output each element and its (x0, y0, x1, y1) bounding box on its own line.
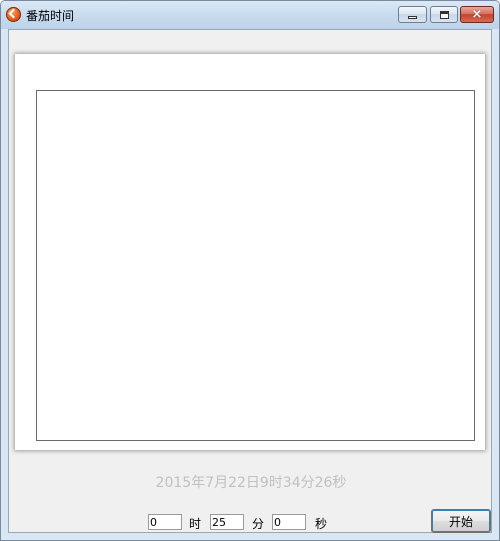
close-icon: × (471, 7, 483, 22)
current-datetime: 2015年7月22日9时34分26秒 (155, 475, 347, 491)
client-area: 2015年7月22日9时34分26秒 时 分 秒 开始 (8, 29, 492, 533)
app-window: 番茄时间 × 2015年7月22日9时34分26秒 时 分 秒 开始 (0, 0, 500, 541)
minutes-input[interactable] (210, 514, 244, 530)
drawing-canvas (36, 90, 475, 441)
seconds-input[interactable] (272, 514, 306, 530)
title-bar[interactable]: 番茄时间 × (1, 1, 499, 29)
minutes-label: 分 (252, 517, 265, 531)
window-title: 番茄时间 (26, 9, 75, 23)
content-panel (15, 54, 485, 450)
start-button[interactable]: 开始 (431, 509, 491, 533)
maximize-button[interactable] (430, 6, 458, 23)
minimize-button[interactable] (398, 6, 427, 23)
close-button[interactable]: × (460, 6, 494, 23)
minimize-icon (408, 16, 417, 19)
seconds-label: 秒 (315, 517, 328, 531)
hours-input[interactable] (148, 514, 182, 530)
maximize-icon (440, 11, 449, 19)
hours-label: 时 (189, 517, 202, 531)
tomato-app-icon[interactable] (6, 7, 21, 22)
